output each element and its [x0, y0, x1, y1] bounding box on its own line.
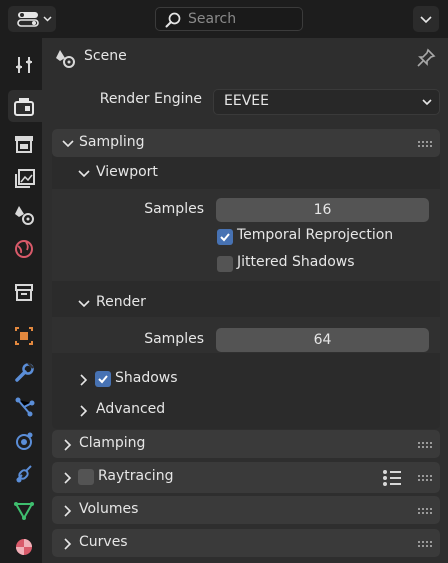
wrench-icon — [15, 362, 34, 382]
shadows-checkbox[interactable] — [95, 371, 111, 387]
physics-icon — [16, 432, 33, 450]
drag-grip-icon[interactable] — [418, 541, 432, 547]
context-breadcrumb: Scene — [42, 38, 448, 78]
render-subpanel-header[interactable]: Render — [52, 289, 440, 317]
tool-icon — [16, 57, 32, 73]
chevron-right-icon — [64, 538, 72, 550]
search-icon — [165, 12, 181, 28]
tab-render[interactable] — [8, 90, 42, 122]
chevron-right-icon — [80, 374, 88, 386]
tab-output[interactable] — [8, 128, 40, 160]
chevron-down-icon — [78, 170, 90, 178]
search-placeholder: Search — [188, 11, 237, 27]
viewport-subpanel-header[interactable]: Viewport — [52, 159, 440, 187]
properties-area: Scene Render Engine EEVEE Sampling Viewp… — [42, 38, 448, 563]
drag-grip-icon[interactable] — [418, 141, 432, 147]
drag-grip-icon[interactable] — [418, 508, 432, 514]
collection-icon — [15, 284, 33, 301]
tab-world[interactable] — [8, 232, 40, 264]
editor-type-button[interactable] — [8, 6, 56, 32]
raytracing-panel-header[interactable]: Raytracing — [52, 462, 440, 493]
advanced-subpanel-header[interactable]: Advanced — [52, 396, 440, 424]
tab-constraints[interactable] — [8, 458, 40, 490]
tab-physics[interactable] — [8, 424, 40, 456]
chevron-right-icon — [80, 405, 88, 417]
curves-title: Curves — [79, 534, 128, 550]
sampling-panel: Sampling Viewport Samples 16 Temporal Re… — [52, 129, 440, 429]
render-samples-label: Samples — [144, 331, 204, 347]
view-layer-icon — [15, 169, 35, 188]
viewport-samples-label: Samples — [144, 201, 204, 217]
jittered-shadows-label: Jittered Shadows — [237, 254, 355, 270]
options-dropdown[interactable] — [413, 6, 439, 32]
chevron-down-icon — [420, 16, 432, 24]
drag-grip-icon[interactable] — [418, 475, 432, 481]
clamping-panel-header[interactable]: Clamping — [52, 430, 440, 458]
render-engine-dropdown[interactable]: EEVEE — [213, 89, 440, 115]
editor-header: Search — [0, 0, 448, 38]
chevron-down-icon — [422, 99, 432, 106]
sampling-panel-header[interactable]: Sampling — [52, 129, 440, 157]
clamping-title: Clamping — [79, 435, 146, 451]
tab-tool[interactable] — [8, 48, 40, 80]
render-title: Render — [96, 294, 146, 310]
viewport-samples-field[interactable]: 16 — [216, 198, 429, 222]
constraints-icon — [16, 465, 32, 483]
pin-icon[interactable] — [416, 48, 436, 68]
properties-tab-strip — [0, 38, 42, 563]
render-engine-value: EEVEE — [224, 93, 269, 109]
chevron-down-icon — [62, 140, 74, 148]
tab-object[interactable] — [8, 320, 40, 352]
advanced-title: Advanced — [96, 401, 166, 417]
tab-view-layer[interactable] — [8, 162, 40, 194]
tab-particles[interactable] — [8, 390, 40, 422]
shadows-subpanel-header[interactable]: Shadows — [52, 365, 440, 393]
temporal-reprojection-label: Temporal Reprojection — [237, 227, 394, 243]
mesh-data-icon — [14, 502, 34, 521]
output-icon — [15, 136, 33, 153]
render-engine-label: Render Engine — [99, 91, 202, 107]
checkmark-icon — [220, 233, 230, 242]
context-label: Scene — [84, 48, 127, 64]
presets-list-icon[interactable] — [382, 469, 402, 487]
chevron-right-icon — [64, 472, 72, 484]
search-input[interactable]: Search — [155, 7, 303, 31]
tab-data[interactable] — [8, 494, 40, 526]
render-samples-field[interactable]: 64 — [216, 328, 429, 352]
raytracing-title: Raytracing — [98, 468, 174, 484]
particles-icon — [15, 397, 35, 417]
curves-panel-header[interactable]: Curves — [52, 529, 440, 557]
volumes-title: Volumes — [79, 501, 139, 517]
tab-scene[interactable] — [8, 198, 40, 230]
volumes-panel-header[interactable]: Volumes — [52, 496, 440, 524]
world-icon — [15, 240, 33, 258]
properties-editor-icon — [17, 12, 52, 27]
sampling-title: Sampling — [79, 134, 145, 150]
raytracing-checkbox[interactable] — [78, 469, 94, 485]
shadows-title: Shadows — [115, 370, 178, 386]
chevron-right-icon — [64, 439, 72, 451]
tab-material[interactable] — [8, 530, 40, 562]
temporal-reprojection-checkbox[interactable] — [217, 229, 233, 245]
render-icon — [14, 98, 34, 116]
scene-icon — [15, 206, 34, 225]
drag-grip-icon[interactable] — [418, 442, 432, 448]
tab-modifiers[interactable] — [8, 356, 40, 388]
object-icon — [15, 327, 33, 345]
jittered-shadows-checkbox[interactable] — [217, 256, 233, 272]
scene-icon — [56, 50, 75, 68]
tab-collection[interactable] — [8, 276, 40, 308]
chevron-right-icon — [64, 505, 72, 517]
viewport-title: Viewport — [96, 164, 158, 180]
material-icon — [16, 539, 32, 555]
chevron-down-icon — [78, 300, 90, 308]
checkmark-icon — [98, 375, 108, 384]
